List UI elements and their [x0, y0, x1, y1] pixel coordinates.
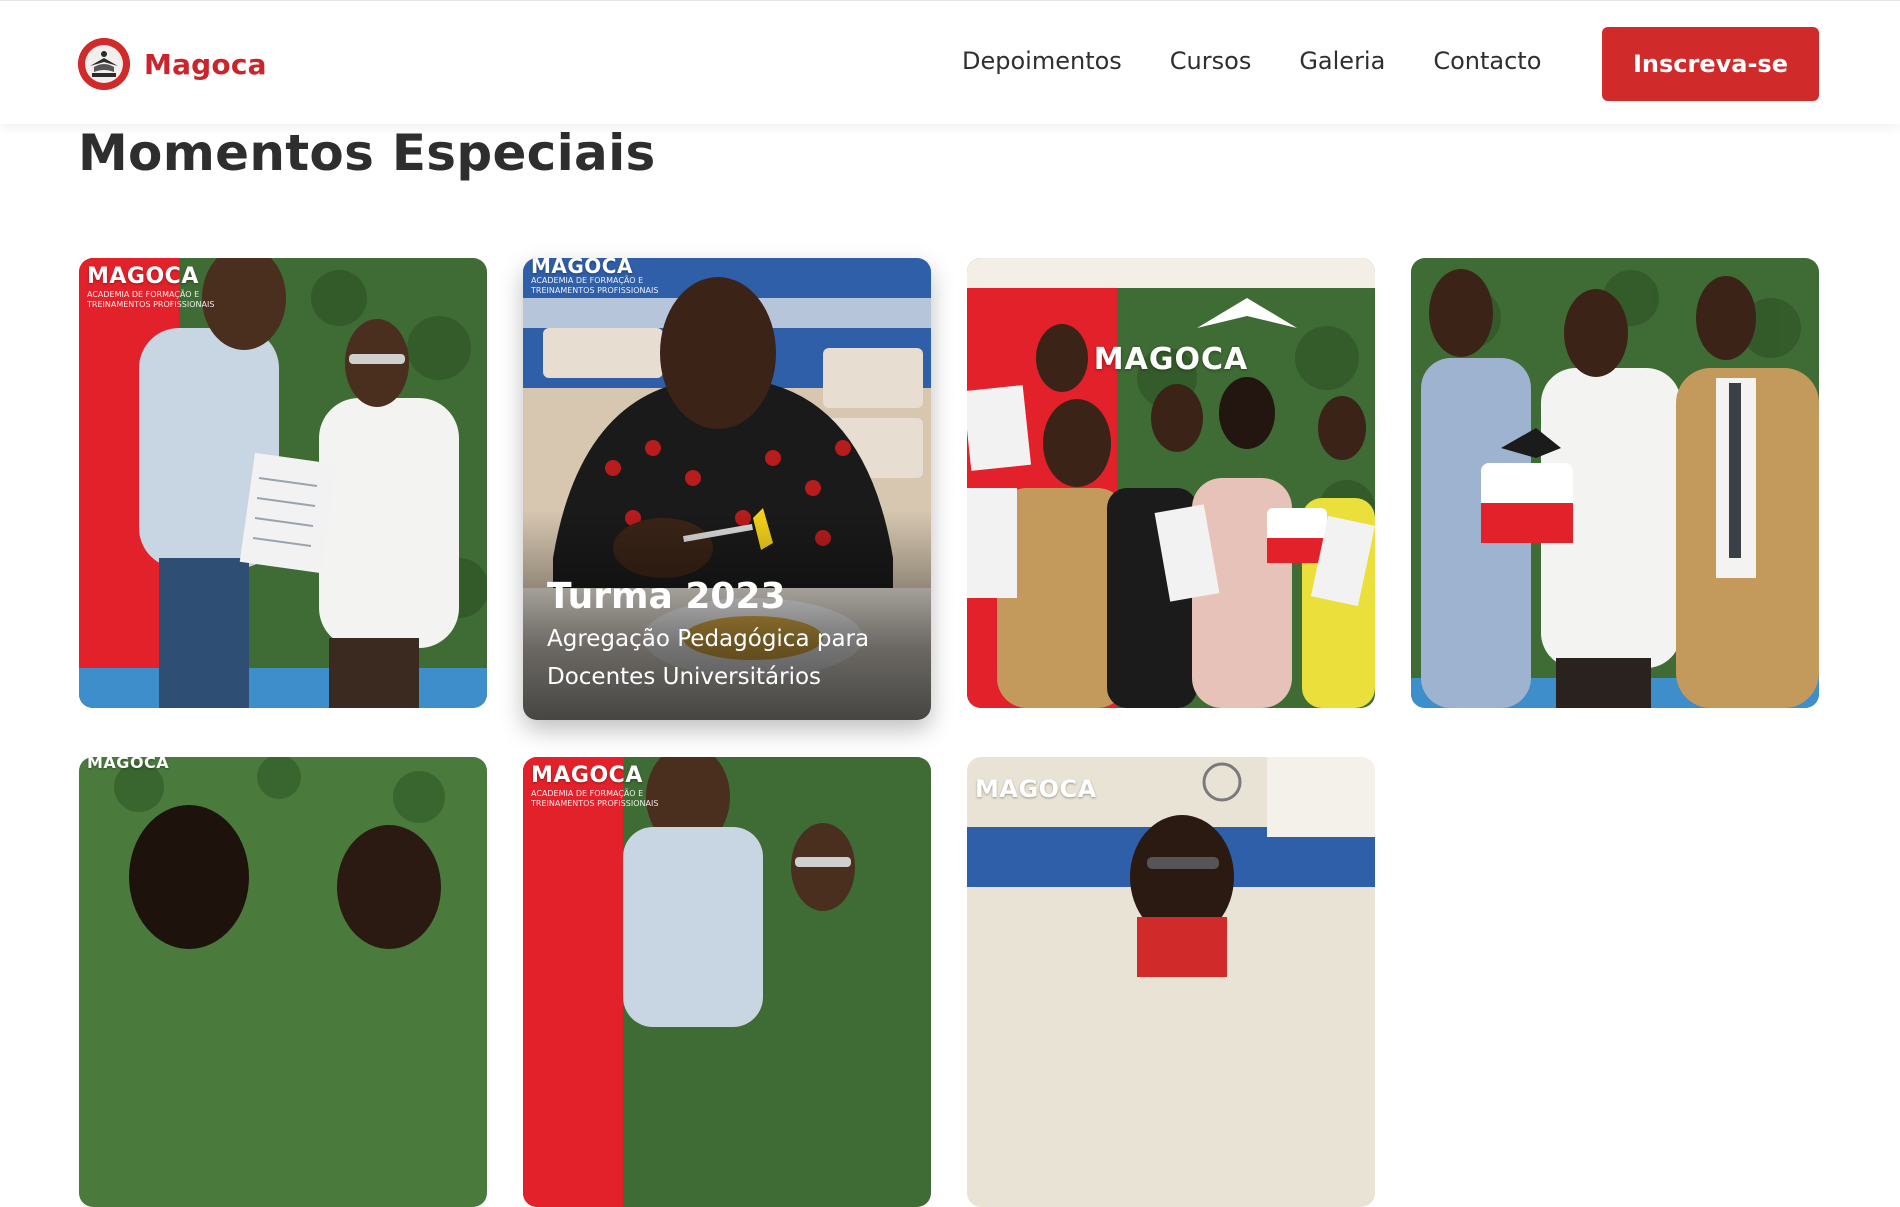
photo-woman-glasses: [967, 757, 1375, 1207]
section-title: Momentos Especiais: [78, 124, 656, 182]
site-header: Magoca Depoimentos Cursos Galeria Contac…: [0, 0, 1900, 124]
watermark-text: MAGOCA: [1093, 342, 1249, 377]
watermark-text: MAGOCA: [87, 757, 170, 772]
photo-two-women: [79, 757, 487, 1207]
gallery-photo[interactable]: MAGOCA: [967, 757, 1375, 1207]
brand-name: Magoca: [144, 47, 267, 81]
signup-button[interactable]: Inscreva-se: [1602, 27, 1819, 101]
gallery-photo[interactable]: MAGOCA ACADEMIA DE FORMAÇÃO E TREINAMENT…: [79, 258, 487, 708]
photo-two-men-certificate: [79, 258, 487, 708]
watermark-subtitle: ACADEMIA DE FORMAÇÃO E TREINAMENTOS PROF…: [531, 276, 659, 295]
main-nav: Depoimentos Cursos Galeria Contacto: [962, 47, 1541, 75]
nav-cursos[interactable]: Cursos: [1170, 47, 1252, 75]
watermark-subtitle: ACADEMIA DE FORMAÇÃO E TREINAMENTOS PROF…: [531, 789, 659, 808]
nav-depoimentos[interactable]: Depoimentos: [962, 47, 1122, 75]
gallery-photo[interactable]: MAGOCA: [967, 258, 1375, 708]
watermark-text: MAGOCA: [975, 775, 1097, 803]
gallery-photo[interactable]: MAGOCA ACADEMIA DE FORMAÇÃO E TREINAMENT…: [523, 757, 931, 1207]
nav-contacto[interactable]: Contacto: [1433, 47, 1541, 75]
photo-two-men: [523, 757, 931, 1207]
caption-subtitle: Agregação Pedagógica para Docentes Unive…: [547, 626, 870, 690]
brand[interactable]: Magoca: [78, 38, 267, 90]
watermark-text: MAGOCA: [531, 763, 643, 788]
caption-title: Turma 2023: [547, 576, 786, 617]
magoca-logo-icon: [78, 38, 130, 90]
watermark-text: MAGOCA: [531, 258, 633, 278]
gallery-photo[interactable]: [1411, 258, 1819, 708]
nav-galeria[interactable]: Galeria: [1299, 47, 1385, 75]
watermark-text: MAGOCA: [87, 264, 199, 289]
photo-three-men-cake: [1411, 258, 1819, 708]
watermark-subtitle: ACADEMIA DE FORMAÇÃO E TREINAMENTOS PROF…: [87, 290, 215, 309]
photo-group-cake: [967, 258, 1375, 708]
gallery-photo-featured[interactable]: MAGOCA ACADEMIA DE FORMAÇÃO E TREINAMENT…: [523, 258, 931, 720]
gallery-photo[interactable]: MAGOCA: [79, 757, 487, 1207]
